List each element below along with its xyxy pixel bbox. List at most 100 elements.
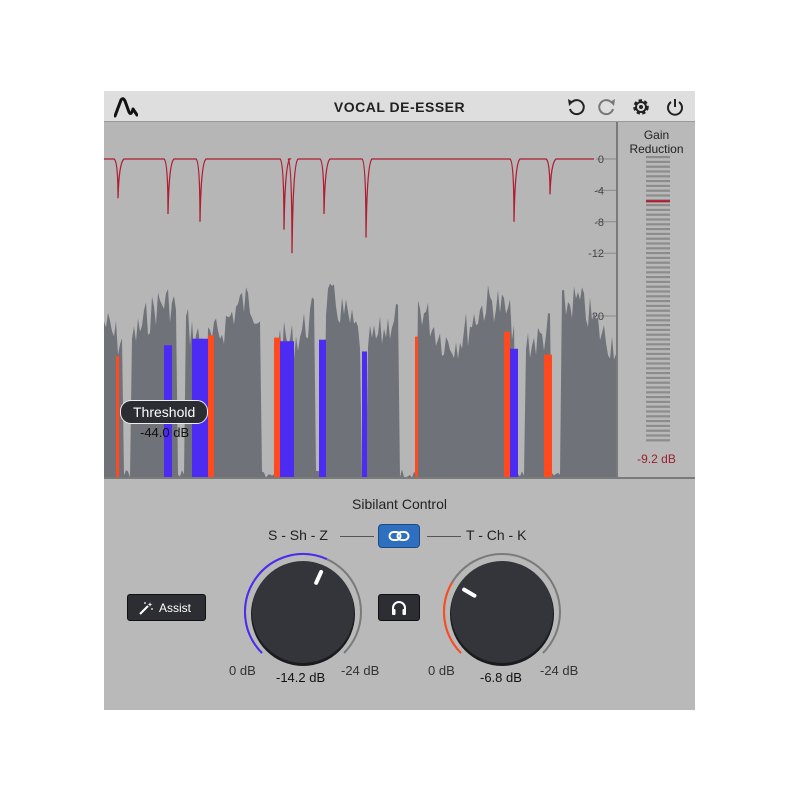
sibilant-band-low xyxy=(362,351,367,478)
sibilance-knob-right[interactable] xyxy=(437,547,567,677)
sibilant-band-high xyxy=(274,337,280,478)
meter-segment xyxy=(646,420,670,423)
plugin-window: VOCAL DE-ESSER 0-4-8-12-20-28-36-44-52-6… xyxy=(104,91,695,710)
scale-label: -8 xyxy=(594,217,604,229)
meter-segment xyxy=(646,213,670,216)
meter-segment xyxy=(646,261,670,264)
sibilance-knob-left[interactable] xyxy=(238,547,368,677)
meter-segment xyxy=(646,295,670,298)
meter-segment xyxy=(646,376,670,379)
threshold-value: -44.0 dB xyxy=(140,425,190,440)
meter-segment xyxy=(646,276,670,279)
meter-segment xyxy=(646,400,670,403)
meter-segment xyxy=(646,218,670,221)
meter-segment xyxy=(646,348,670,351)
meter-segment xyxy=(646,362,670,365)
knob-left-value: -14.2 dB xyxy=(276,670,326,685)
meter-segment xyxy=(646,242,670,245)
meter-segment xyxy=(646,424,670,427)
meter-segment xyxy=(646,252,670,255)
divider-line-left xyxy=(340,536,374,537)
knob-left-min: 0 dB xyxy=(229,663,256,678)
meter-segment xyxy=(646,160,670,163)
meter-segment xyxy=(646,266,670,269)
meter-segment xyxy=(646,285,670,288)
meter-segment xyxy=(646,165,670,168)
gain-reduction-curve xyxy=(104,158,594,254)
meter-segment xyxy=(646,271,670,274)
section-title: Sibilant Control xyxy=(352,496,447,512)
headphones-icon xyxy=(392,601,406,615)
meter-segment xyxy=(646,410,670,413)
meter-segment xyxy=(646,343,670,346)
meter-segment xyxy=(646,333,670,336)
scale-label: -12 xyxy=(588,248,604,260)
scale-label: -4 xyxy=(594,185,604,197)
knob-right-min: 0 dB xyxy=(428,663,455,678)
meter-segment xyxy=(646,180,670,183)
listen-button[interactable] xyxy=(378,594,420,621)
undo-icon[interactable] xyxy=(565,96,587,118)
sibilant-band-high xyxy=(116,355,119,478)
knob-right-max: -24 dB xyxy=(540,663,579,678)
meter-segment xyxy=(646,256,670,259)
assist-button[interactable]: Assist xyxy=(127,594,206,621)
meter-segment xyxy=(646,314,670,317)
meter-segment xyxy=(646,367,670,370)
knob-left-max: -24 dB xyxy=(341,663,380,678)
link-button[interactable] xyxy=(378,524,420,548)
meter-segment xyxy=(646,396,670,399)
meter-segment xyxy=(646,170,670,173)
assist-label: Assist xyxy=(159,601,192,615)
redo-icon[interactable] xyxy=(596,96,618,118)
threshold-handle[interactable]: Threshold xyxy=(120,400,209,424)
power-icon[interactable] xyxy=(664,96,686,118)
knob-body xyxy=(252,561,354,663)
waveform-display[interactable]: 0-4-8-12-20-28-36-44-52-60 Threshold -44… xyxy=(104,122,616,478)
meter-segment xyxy=(646,237,670,240)
sibilant-band-high xyxy=(544,354,552,478)
magic-wand-icon xyxy=(139,602,153,615)
knob-right-value: -6.8 dB xyxy=(480,670,522,685)
sibilant-band-high xyxy=(504,331,510,478)
meter-bars xyxy=(646,156,670,442)
knob-body xyxy=(451,561,553,663)
scale-label: 0 xyxy=(598,154,604,166)
meter-segment xyxy=(646,194,670,197)
meter-segment xyxy=(646,357,670,360)
meter-segment xyxy=(646,386,670,389)
meter-segment xyxy=(646,175,670,178)
sibilant-band-low xyxy=(509,348,518,478)
meter-segment xyxy=(646,328,670,331)
meter-segment xyxy=(646,280,670,283)
meter-segment xyxy=(646,204,670,207)
link-icon xyxy=(388,531,410,541)
band-right-label: T - Ch - K xyxy=(466,527,527,543)
meter-peak-marker xyxy=(646,200,670,203)
meter-segment xyxy=(646,189,670,192)
meter-segment xyxy=(646,156,670,159)
gain-reduction-meter: Gain Reduction -9.2 dB xyxy=(616,122,695,478)
meter-segment xyxy=(646,434,670,437)
meter-value: -9.2 dB xyxy=(637,452,676,466)
sibilant-band-high xyxy=(208,335,214,478)
meter-segment xyxy=(646,338,670,341)
sibilant-band-high xyxy=(415,336,418,478)
meter-segment xyxy=(646,324,670,327)
divider xyxy=(104,477,695,479)
band-left-label: S - Sh - Z xyxy=(268,527,328,543)
meter-title: Gain Reduction xyxy=(629,128,684,156)
audio-waveform xyxy=(104,283,616,478)
meter-segment xyxy=(646,415,670,418)
meter-segment xyxy=(646,405,670,408)
divider-line-right xyxy=(427,536,461,537)
meter-segment xyxy=(646,290,670,293)
meter-segment xyxy=(646,381,670,384)
sibilant-band-low xyxy=(319,339,326,478)
meter-segment xyxy=(646,319,670,322)
meter-segment xyxy=(646,372,670,375)
settings-gear-icon[interactable] xyxy=(630,96,652,118)
meter-segment xyxy=(646,439,670,442)
meter-segment xyxy=(646,391,670,394)
meter-segment xyxy=(646,223,670,226)
